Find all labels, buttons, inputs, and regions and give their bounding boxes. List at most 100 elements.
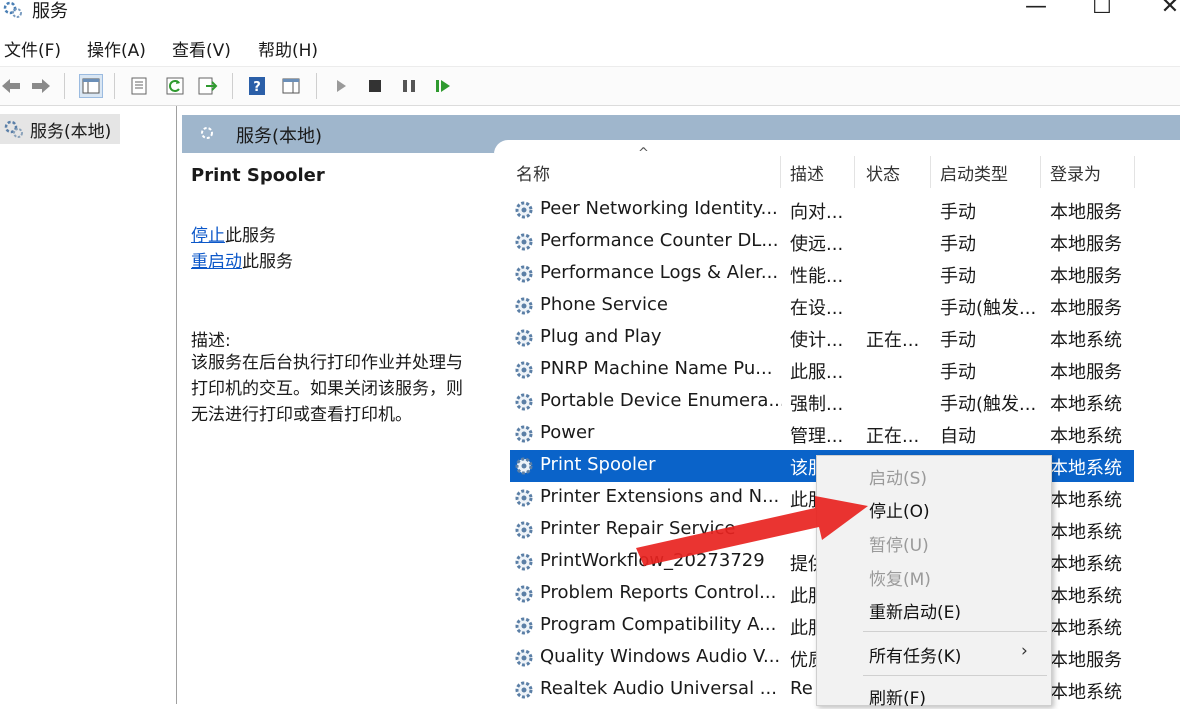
column-header-description[interactable]: 描述 [790,160,824,185]
service-status: 正在... [866,330,920,351]
service-startup-type: 手动(触发... [940,394,1037,415]
service-logon-as: 本地服务 [1050,650,1122,671]
service-logon-as: 本地系统 [1050,554,1122,575]
column-header-logon-as[interactable]: 登录为 [1050,160,1101,185]
properties-icon[interactable] [128,75,150,97]
service-gear-icon [515,297,533,315]
service-description: 在设... [790,298,844,319]
column-separator[interactable] [854,156,855,188]
service-row[interactable]: Phone Service 在设... 手动(触发... 本地服务 [510,290,1134,322]
service-logon-as: 本地服务 [1050,298,1122,319]
toolbar-separator [64,73,65,99]
service-gear-icon [515,521,533,539]
service-name: Performance Counter DL... [540,230,779,251]
service-row[interactable]: Plug and Play 使计... 正在... 手动 本地系统 [510,322,1134,354]
service-name: Portable Device Enumera... [540,390,782,411]
service-gear-icon [515,457,533,475]
context-menu-restart[interactable]: 重新启动(E) [869,598,961,623]
service-row[interactable]: Performance Logs & Aler... 性能... 手动 本地服务 [510,258,1134,290]
forward-icon[interactable] [30,75,52,97]
maximize-button[interactable]: ☐ [1082,0,1122,22]
context-menu-pause[interactable]: 暂停(U) [869,531,929,556]
service-description: 使计... [790,330,844,351]
context-menu-stop[interactable]: 停止(O) [869,497,930,522]
description-line: 无法进行打印或查看打印机。 [191,405,412,425]
help-icon[interactable]: ? [246,75,268,97]
service-startup-type: 手动 [940,266,976,287]
service-gear-icon [515,585,533,603]
service-name: Quality Windows Audio V... [540,646,781,667]
service-row[interactable]: Power 管理... 正在... 自动 本地系统 [510,418,1134,450]
pause-service-icon[interactable] [398,75,420,97]
title-bar: 服务 — ☐ ✕ [0,0,1180,28]
console-tree-icon[interactable] [79,74,103,98]
service-logon-as: 本地系统 [1050,330,1122,351]
column-header-name[interactable]: 名称 [516,160,550,185]
service-gear-icon [515,617,533,635]
toolbar-separator [114,73,115,99]
service-row[interactable]: PNRP Machine Name Pu... 此服... 手动 本地服务 [510,354,1134,386]
menu-file[interactable]: 文件(F) [4,36,61,61]
toolbar: ? [0,66,1180,106]
service-row[interactable]: Portable Device Enumera... 强制... 手动(触发... 本… [510,386,1134,418]
service-gear-icon [515,329,533,347]
menu-action[interactable]: 操作(A) [87,36,146,61]
column-separator[interactable] [780,156,781,188]
close-button[interactable]: ✕ [1150,0,1180,22]
stop-service-suffix: 此服务 [225,226,276,246]
service-gear-icon [515,681,533,699]
service-name: Performance Logs & Aler... [540,262,779,283]
service-startup-type: 手动 [940,330,976,351]
console-tree: 服务(本地) [0,106,177,704]
export-list-icon[interactable] [196,75,218,97]
service-name: Printer Extensions and N... [540,486,780,507]
service-logon-as: 本地系统 [1050,490,1122,511]
service-logon-as: 本地系统 [1050,618,1122,639]
menu-view[interactable]: 查看(V) [172,36,231,61]
service-name: Realtek Audio Universal ... [540,678,777,699]
context-menu-refresh[interactable]: 刷新(F) [869,684,926,709]
service-startup-type: 手动 [940,234,976,255]
column-separator[interactable] [1040,156,1041,188]
service-gear-icon [515,425,533,443]
refresh-icon[interactable] [164,75,186,97]
service-name: Program Compatibility A... [540,614,777,635]
stop-service-icon[interactable] [364,75,386,97]
menu-help[interactable]: 帮助(H) [258,36,318,61]
service-name: PNRP Machine Name Pu... [540,358,773,379]
service-name: Print Spooler [540,454,656,475]
column-header-startup-type[interactable]: 启动类型 [940,160,1008,185]
service-gear-icon [515,393,533,411]
service-startup-type: 自动 [940,426,976,447]
resume-service-icon[interactable] [432,75,454,97]
minimize-button[interactable]: — [1016,0,1056,22]
submenu-arrow-icon: › [1021,641,1028,661]
show-pane-icon[interactable] [280,75,302,97]
start-service-icon[interactable] [330,75,352,97]
selected-service-title: Print Spooler [191,165,325,186]
service-row[interactable]: Performance Counter DL... 使远... 手动 本地服务 [510,226,1134,258]
toolbar-separator [232,73,233,99]
service-row[interactable]: Peer Networking Identity... 向对... 手动 本地服务 [510,194,1134,226]
context-menu-separator [863,631,1047,632]
service-logon-as: 本地系统 [1050,458,1122,479]
toolbar-separator [316,73,317,99]
tree-item-services-local[interactable]: 服务(本地) [0,114,120,144]
column-separator[interactable] [1134,156,1135,188]
sort-ascending-icon: ^ [638,146,649,161]
back-icon[interactable] [0,75,22,97]
service-gear-icon [515,233,533,251]
service-gear-icon [515,201,533,219]
context-menu-start[interactable]: 启动(S) [869,464,927,489]
context-menu-all-tasks[interactable]: 所有任务(K) [869,642,961,667]
service-name: Printer Repair Service [540,518,736,539]
restart-service-link[interactable]: 重启动 [191,252,242,272]
stop-service-link[interactable]: 停止 [191,226,225,246]
context-menu-resume[interactable]: 恢复(M) [869,565,931,590]
column-header-status[interactable]: 状态 [866,160,900,185]
service-name: Phone Service [540,294,669,315]
service-description: 管理... [790,426,844,447]
column-separator[interactable] [930,156,931,188]
service-startup-type: 手动 [940,362,976,383]
service-startup-type: 手动(触发... [940,298,1037,319]
